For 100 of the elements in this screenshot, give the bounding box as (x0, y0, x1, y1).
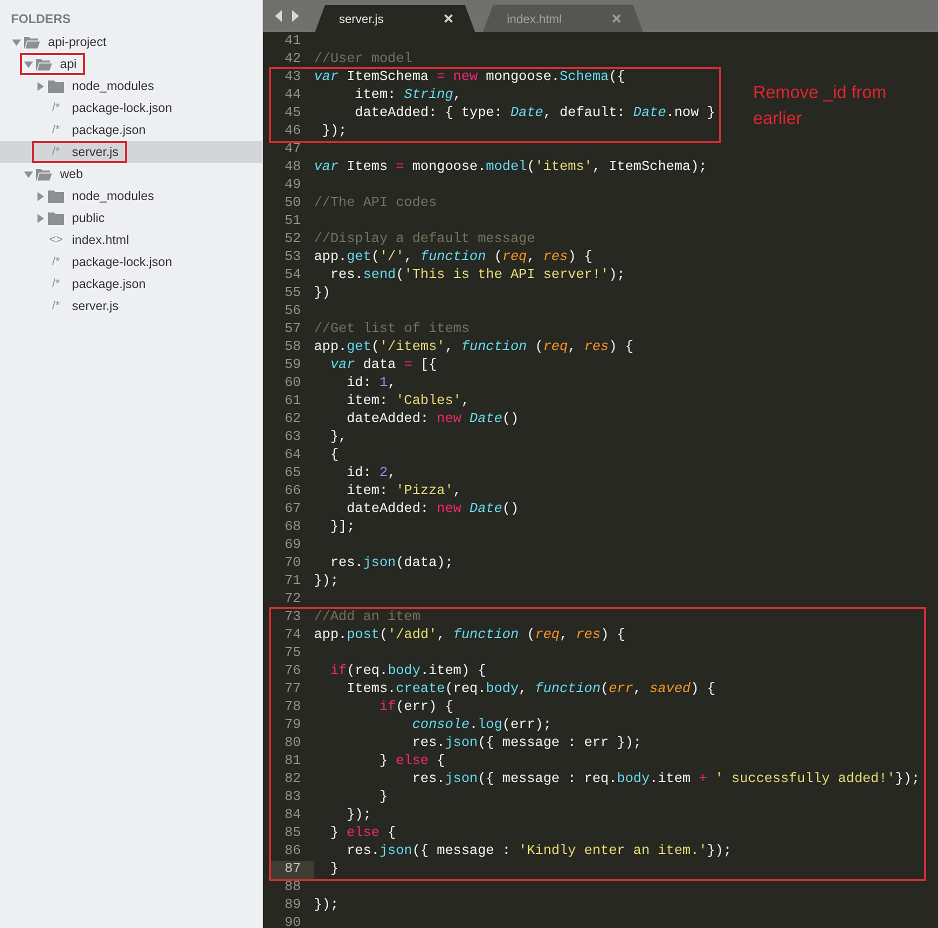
line-number: 82 (284, 771, 302, 789)
item-label: package-lock.json (72, 101, 172, 115)
line-number: 45 (284, 105, 302, 123)
line-number: 89 (284, 897, 302, 915)
tree-item[interactable]: node_modules (0, 75, 262, 97)
code-line: res.json(data); (329, 555, 454, 573)
line-number: 80 (284, 735, 302, 753)
line-number: 85 (284, 825, 302, 843)
code-line: dateAdded: { type: Date, default: Date.now } (354, 105, 716, 123)
file-type-icon: /* (48, 146, 64, 158)
line-number: 77 (284, 681, 302, 699)
code-line: app.post('/add', function (req, res) { (314, 627, 626, 645)
folder-icon (48, 190, 64, 202)
tree-item[interactable]: public (0, 207, 262, 229)
line-number: 62 (284, 411, 302, 429)
code-line: } else { (329, 825, 396, 843)
code-line: //Display a default message (314, 231, 536, 249)
line-number: 53 (284, 249, 302, 267)
code-line: { (329, 447, 339, 465)
line-number: 79 (284, 717, 302, 735)
line-number: 81 (284, 753, 302, 771)
code-line: if(err) { (378, 699, 454, 717)
item-label: server.js (72, 145, 119, 159)
back-forward-arrows-icon[interactable] (275, 10, 301, 22)
line-number: 50 (284, 195, 302, 213)
item-label: web (60, 167, 83, 181)
line-number: 46 (284, 123, 302, 141)
line-number: 47 (284, 141, 302, 159)
tree-item[interactable]: node_modules (0, 185, 262, 207)
tree-item[interactable]: web (0, 163, 262, 185)
caret-down-icon[interactable] (12, 38, 21, 46)
line-number: 78 (284, 699, 302, 717)
close-icon[interactable] (444, 14, 453, 23)
tree-item[interactable]: /* server.js (0, 295, 262, 317)
code-line: }, (329, 429, 347, 447)
line-number: 52 (284, 231, 302, 249)
tree-item[interactable]: api-project (0, 31, 262, 53)
line-number: 44 (284, 87, 302, 105)
code-line: //Add an item (314, 609, 420, 627)
caret-down-icon[interactable] (24, 60, 33, 68)
code-line: //The API codes (314, 195, 437, 213)
code-line: Items.create(req.body, function(err, saved) { (346, 681, 716, 699)
open-folder-icon (36, 168, 52, 180)
line-number: 43 (284, 69, 302, 87)
editor-tab[interactable]: server.js (315, 5, 475, 32)
caret-right-icon[interactable] (36, 82, 45, 90)
code-line: item: 'Cables', (346, 393, 470, 411)
line-number: 48 (284, 159, 302, 177)
open-folder-icon (36, 58, 52, 70)
code-line: app.get('/items', function (req, res) { (314, 339, 634, 357)
tree-item[interactable]: /* package-lock.json (0, 97, 262, 119)
line-number: 86 (284, 843, 302, 861)
item-label: package-lock.json (72, 255, 172, 269)
code-line: var ItemSchema = new mongoose.Schema({ (314, 69, 626, 87)
caret-right-icon[interactable] (36, 192, 45, 200)
open-folder-icon (24, 36, 40, 48)
tree-item[interactable]: /* package.json (0, 119, 262, 141)
line-number: 67 (284, 501, 302, 519)
code-line: }); (314, 573, 339, 591)
code-line: }]; (329, 519, 355, 537)
line-number: 88 (284, 879, 302, 897)
folder-icon (48, 212, 64, 224)
line-number: 65 (284, 465, 302, 483)
code-line: if(req.body.item) { (329, 663, 486, 681)
file-type-icon: /* (48, 278, 64, 290)
code-line: dateAdded: new Date() (346, 501, 519, 519)
caret-right-icon[interactable] (36, 214, 45, 222)
line-number: 63 (284, 429, 302, 447)
sidebar-title: FOLDERS (10, 11, 71, 28)
line-number: 90 (284, 915, 302, 928)
file-type-icon: /* (48, 124, 64, 136)
file-type-icon: /* (48, 102, 64, 114)
line-number: 58 (284, 339, 302, 357)
code-line: //Get list of items (314, 321, 470, 339)
tree-item[interactable]: /* package-lock.json (0, 251, 262, 273)
code-line: res.json({ message : 'Kindly enter an item.'}); (346, 843, 732, 861)
tree-item[interactable]: <> index.html (0, 229, 262, 251)
tree-item[interactable]: /* server.js (0, 141, 262, 163)
file-type-icon: /* (48, 300, 64, 312)
code-line: app.get('/', function (req, res) { (314, 249, 592, 267)
line-number: 56 (284, 303, 302, 321)
code-line: console.log(err); (411, 717, 552, 735)
code-line: }); (321, 123, 347, 141)
line-number: 66 (284, 483, 302, 501)
line-number: 83 (284, 789, 302, 807)
line-number: 74 (284, 627, 302, 645)
tree-item[interactable]: /* package.json (0, 273, 262, 295)
code-line: }); (314, 897, 339, 915)
line-number: 57 (284, 321, 302, 339)
line-number: 84 (284, 807, 302, 825)
caret-down-icon[interactable] (24, 170, 33, 178)
line-number: 51 (284, 213, 302, 231)
line-number: 55 (284, 285, 302, 303)
code-line: res.send('This is the API server!'); (329, 267, 626, 285)
code-line: item: String, (354, 87, 462, 105)
code-line: var Items = mongoose.model('items', ItemSchema); (314, 159, 707, 177)
code-line: item: 'Pizza', (346, 483, 462, 501)
tree-item[interactable]: api (0, 53, 262, 75)
item-label: node_modules (72, 189, 154, 203)
code-line: } else { (378, 753, 445, 771)
